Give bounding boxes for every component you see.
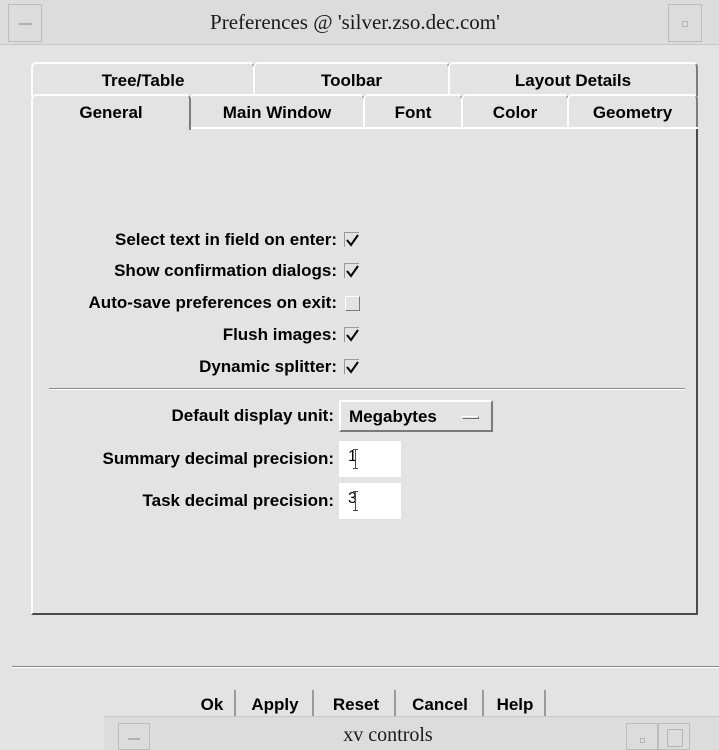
summary-precision-label: Summary decimal precision:: [102, 449, 334, 468]
tab-toolbar[interactable]: Toolbar: [253, 62, 450, 96]
text-cursor-icon: [353, 449, 358, 469]
window-menu-icon[interactable]: [118, 723, 150, 750]
flush-images-label: Flush images:: [222, 325, 337, 344]
checkmark-icon: [346, 265, 359, 278]
section-divider: [49, 388, 685, 390]
auto-save-checkbox[interactable]: [345, 296, 360, 311]
button-area-divider: [12, 666, 719, 668]
task-precision-label: Task decimal precision:: [142, 491, 334, 510]
confirm-dialogs-checkbox[interactable]: [344, 263, 359, 278]
checkmark-icon: [346, 329, 359, 342]
select-text-label: Select text in field on enter:: [115, 230, 337, 249]
window-menu-icon[interactable]: [8, 4, 42, 42]
checkmark-icon: [346, 234, 359, 247]
minimize-icon[interactable]: [626, 723, 658, 750]
tab-general[interactable]: General: [31, 94, 191, 130]
text-cursor-icon: [353, 491, 358, 511]
option-menu-indicator-icon: [462, 416, 479, 419]
tab-color[interactable]: Color: [461, 94, 569, 128]
xv-controls-titlebar[interactable]: xv controls: [104, 716, 719, 750]
tab-main-window[interactable]: Main Window: [189, 94, 365, 128]
window-titlebar[interactable]: Preferences @ 'silver.zso.dec.com': [0, 0, 719, 45]
minimize-icon[interactable]: [668, 4, 702, 42]
confirm-dialogs-label: Show confirmation dialogs:: [114, 261, 337, 280]
panel-top-edge: [189, 127, 698, 129]
tab-geometry[interactable]: Geometry: [567, 94, 698, 128]
checkmark-icon: [346, 361, 359, 374]
auto-save-label: Auto-save preferences on exit:: [88, 293, 337, 312]
display-unit-value: Megabytes: [349, 407, 437, 426]
window-title: Preferences @ 'silver.zso.dec.com': [210, 10, 500, 34]
display-unit-label: Default display unit:: [171, 406, 334, 425]
tab-tree-table[interactable]: Tree/Table: [31, 62, 255, 96]
xv-controls-title: xv controls: [343, 724, 433, 746]
tab-font[interactable]: Font: [363, 94, 463, 128]
display-unit-select[interactable]: Megabytes: [339, 400, 493, 432]
dynamic-splitter-label: Dynamic splitter:: [199, 357, 337, 376]
dynamic-splitter-checkbox[interactable]: [344, 359, 359, 374]
flush-images-checkbox[interactable]: [344, 327, 359, 342]
maximize-icon[interactable]: [658, 723, 690, 750]
summary-precision-field[interactable]: 1: [339, 441, 401, 477]
select-text-checkbox[interactable]: [344, 232, 359, 247]
tab-layout-details[interactable]: Layout Details: [448, 62, 698, 96]
task-precision-field[interactable]: 3: [339, 483, 401, 519]
